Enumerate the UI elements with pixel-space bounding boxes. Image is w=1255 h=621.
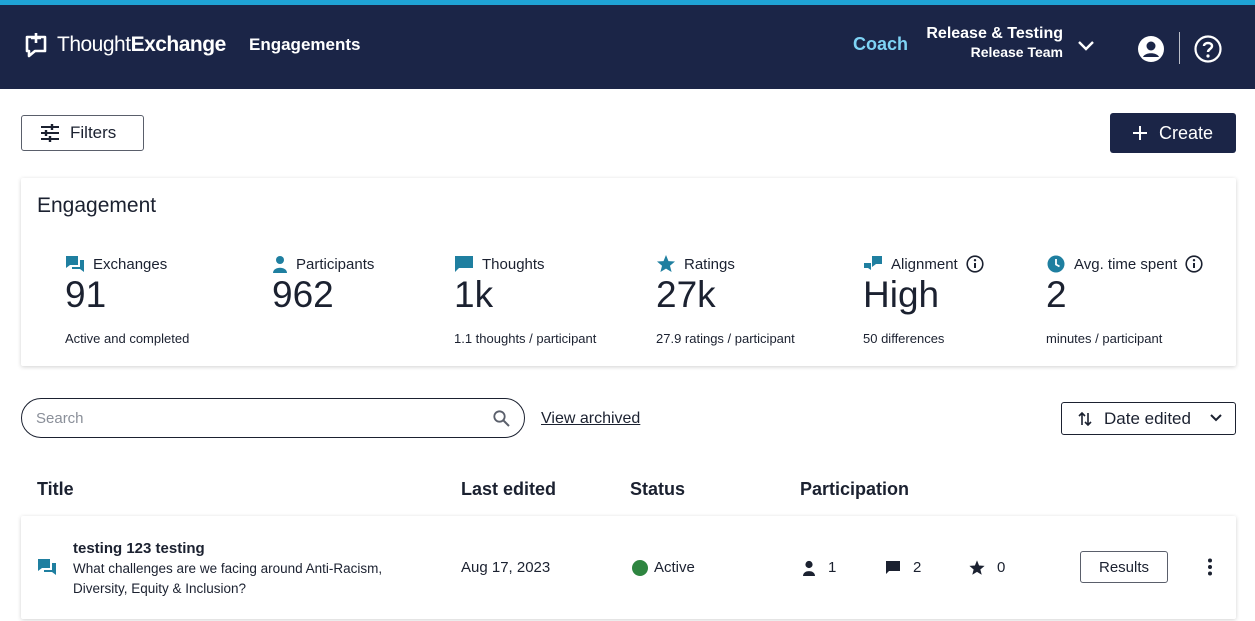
logo[interactable]: ThoughtExchange <box>23 31 226 59</box>
chat-icon <box>38 559 56 575</box>
row-title[interactable]: testing 123 testing <box>73 540 205 557</box>
column-header-participation: Participation <box>800 479 910 499</box>
create-label: Create <box>1159 122 1214 143</box>
stat-subtext: minutes / participant <box>1046 331 1163 346</box>
clock-icon <box>1047 255 1065 273</box>
stat-value: High <box>863 274 940 315</box>
status-label: Active <box>654 559 695 576</box>
stat-label: Exchanges <box>93 255 168 273</box>
results-button[interactable]: Results <box>1080 551 1168 583</box>
stat-ratings: Ratings 27k 27.9 ratings / participant <box>656 254 795 346</box>
info-icon[interactable] <box>1185 255 1203 273</box>
help-icon[interactable] <box>1194 35 1222 63</box>
header-divider <box>1179 32 1180 64</box>
sort-arrows-icon <box>1078 411 1092 426</box>
stat-exchanges: Exchanges 91 Active and completed <box>65 254 190 347</box>
sort-label: Date edited <box>1104 408 1191 428</box>
view-archived-link[interactable]: View archived <box>541 410 640 428</box>
table-row[interactable]: testing 123 testing What challenges are … <box>21 516 1236 619</box>
chat-icon <box>66 256 84 272</box>
column-header-status: Status <box>630 479 686 499</box>
stat-subtext: Active and completed <box>65 331 190 346</box>
stat-label: Alignment <box>891 255 958 273</box>
more-options-icon[interactable] <box>1207 558 1213 576</box>
comment-icon <box>455 256 473 272</box>
create-button[interactable]: Create <box>1110 113 1236 153</box>
metric-ratings: 0 <box>969 559 1005 576</box>
top-bar: ThoughtExchange Engagements Coach Releas… <box>0 0 1255 89</box>
filters-button[interactable]: Filters <box>21 115 144 151</box>
nav-engagements[interactable]: Engagements <box>249 35 360 55</box>
row-last-edited: Aug 17, 2023 <box>461 559 551 576</box>
metric-value: 1 <box>828 559 837 576</box>
filters-label: Filters <box>70 123 117 142</box>
stat-value: 91 <box>65 274 107 315</box>
stat-value: 962 <box>272 274 334 315</box>
logo-icon <box>25 33 47 58</box>
search-box <box>21 398 525 438</box>
stat-value: 2 <box>1046 274 1067 315</box>
nav-coach[interactable]: Coach <box>853 34 908 55</box>
stat-label: Ratings <box>684 255 735 273</box>
column-header-last-edited: Last edited <box>461 479 557 499</box>
star-icon <box>657 255 675 273</box>
engagement-title: Engagement <box>37 194 157 217</box>
metric-value: 2 <box>913 559 922 576</box>
row-description: What challenges are we facing around Ant… <box>73 561 383 596</box>
person-icon <box>273 256 287 273</box>
chevron-down-icon <box>1210 414 1222 422</box>
info-icon[interactable] <box>966 255 984 273</box>
stat-alignment: Alignment High 50 differences <box>863 254 992 346</box>
user-account-icon[interactable] <box>1137 35 1165 63</box>
stat-subtext: 27.9 ratings / participant <box>656 331 795 346</box>
team-switcher[interactable]: Release & Testing Release Team <box>926 25 1063 60</box>
comment-icon <box>886 560 900 574</box>
team-subtitle: Release Team <box>970 44 1063 60</box>
stat-participants: Participants 962 <box>272 254 374 331</box>
alignment-icon <box>864 256 882 270</box>
column-header-title: Title <box>37 479 74 499</box>
stat-value: 27k <box>656 274 716 315</box>
stat-label: Avg. time spent <box>1074 255 1178 273</box>
status-dot-icon <box>632 559 648 576</box>
search-icon[interactable] <box>493 410 510 427</box>
chevron-down-icon[interactable] <box>1076 39 1096 53</box>
metric-value: 0 <box>997 559 1006 576</box>
person-icon <box>803 560 815 576</box>
stat-subtext: 1.1 thoughts / participant <box>454 331 597 346</box>
logo-text: ThoughtExchange <box>57 33 226 56</box>
engagement-card: Engagement Exchanges 91 Active and compl… <box>21 178 1236 366</box>
status-badge: Active <box>632 559 695 576</box>
filters-icon <box>41 124 59 142</box>
stat-label: Thoughts <box>482 255 545 273</box>
stat-label: Participants <box>296 255 375 273</box>
plus-icon <box>1133 126 1147 140</box>
stat-thoughts: Thoughts 1k 1.1 thoughts / participant <box>454 254 597 347</box>
team-name: Release & Testing <box>926 25 1063 42</box>
metric-thoughts: 2 <box>885 559 921 576</box>
metric-participants: 1 <box>802 559 836 576</box>
sort-dropdown[interactable]: Date edited <box>1061 402 1236 435</box>
stat-value: 1k <box>454 274 494 315</box>
star-icon <box>969 559 985 575</box>
stat-avg-time: Avg. time spent 2 minutes / participant <box>1046 254 1211 346</box>
search-input[interactable] <box>36 409 476 427</box>
stat-subtext: 50 differences <box>863 331 945 346</box>
